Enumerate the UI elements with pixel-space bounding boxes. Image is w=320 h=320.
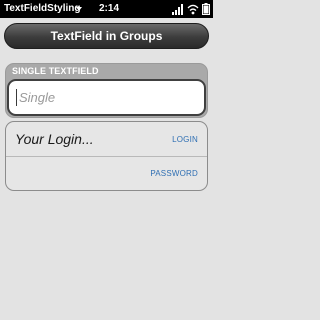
password-field[interactable]: PASSWORD xyxy=(6,157,207,191)
single-input-placeholder: Single xyxy=(19,90,56,105)
page-title: TextField in Groups xyxy=(50,29,163,43)
login-group: Your Login... LOGIN PASSWORD xyxy=(5,121,208,191)
wifi-icon xyxy=(187,4,199,14)
login-label: LOGIN xyxy=(172,135,198,144)
status-icons xyxy=(172,3,210,15)
text-cursor xyxy=(16,89,17,106)
single-text-input[interactable]: Single xyxy=(7,79,206,116)
status-bar: TextFieldStyling 2:14 xyxy=(0,0,213,18)
login-field[interactable]: Your Login... LOGIN xyxy=(6,122,207,157)
status-time: 2:14 xyxy=(99,3,120,14)
chevron-down-icon[interactable] xyxy=(76,6,82,12)
battery-icon xyxy=(202,3,210,15)
password-label: PASSWORD xyxy=(150,169,198,178)
page-header: TextField in Groups xyxy=(4,23,209,49)
app-menu-title[interactable]: TextFieldStyling xyxy=(4,0,81,18)
login-input-value[interactable]: Your Login... xyxy=(15,131,94,147)
group-title: SINGLE TEXTFIELD xyxy=(12,66,99,76)
single-textfield-group: SINGLE TEXTFIELD Single xyxy=(5,63,208,118)
signal-icon xyxy=(172,3,183,15)
